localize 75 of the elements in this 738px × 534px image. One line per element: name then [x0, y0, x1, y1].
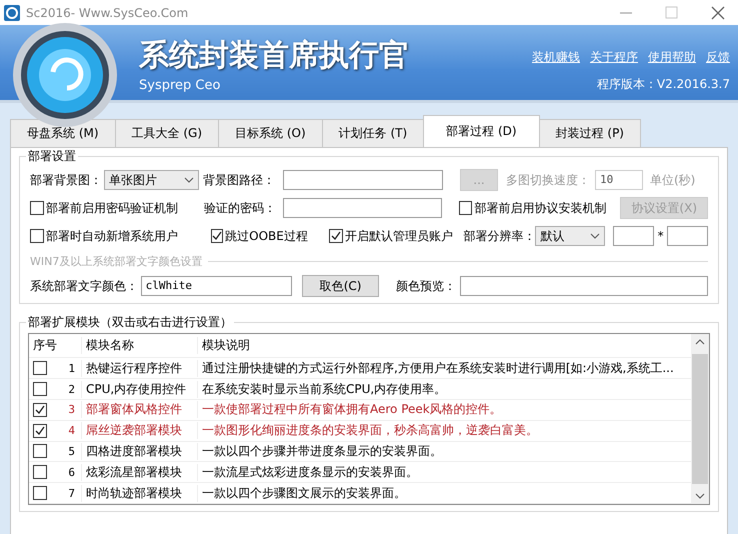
checkbox-label: 部署前启用密码验证机制 — [46, 200, 178, 216]
input-field[interactable]: clWhite — [140, 276, 292, 296]
row-number: 4 — [68, 424, 75, 438]
tab[interactable]: 计划任务 (T) — [322, 119, 424, 147]
module-name: 四格进度部署模块 — [81, 442, 197, 460]
group-title: 部署扩展模块（双击或右击进行设置） — [26, 314, 234, 331]
checkbox[interactable] — [33, 402, 47, 417]
input-field[interactable] — [460, 276, 708, 296]
field-label: 单位(秒) — [650, 172, 696, 188]
scroll-up-icon — [695, 338, 705, 346]
group-title: 部署设置 — [26, 148, 78, 165]
checkbox[interactable] — [30, 201, 44, 215]
row-number: 6 — [68, 466, 75, 479]
input-field[interactable] — [283, 170, 443, 190]
field-label: 系统部署文字颜色： — [30, 278, 139, 294]
module-name: 热键运行程序控件 — [81, 360, 197, 377]
checkbox-label: 开启默认管理员账户 — [345, 228, 454, 244]
field-label: * — [658, 229, 665, 243]
chevron-down-icon — [590, 233, 600, 239]
input-field[interactable] — [283, 198, 442, 218]
scroll-down-icon — [695, 492, 705, 500]
checkbox[interactable] — [459, 201, 472, 215]
field-label: 部署分辨率： — [463, 228, 536, 244]
app-icon — [4, 4, 20, 20]
app-subtitle: Sysprep Ceo — [139, 78, 222, 93]
checkbox-label: 跳过OOBE过程 — [225, 228, 308, 244]
checkbox[interactable] — [33, 424, 47, 438]
checkbox[interactable] — [30, 229, 44, 243]
row-number: 3 — [68, 403, 75, 416]
version-text: 程序版本：V2.2016.3.7 — [596, 76, 730, 93]
checkmark-icon — [212, 231, 222, 241]
dropdown[interactable]: 默认 — [535, 226, 605, 246]
field-label: 多图切换速度： — [506, 172, 590, 188]
dropdown-value: 默认 — [540, 228, 564, 244]
tab[interactable]: 部署过程 (D) — [423, 115, 540, 147]
checkmark-icon — [331, 231, 342, 241]
checkbox-label: 部署前启用协议安装机制 — [474, 200, 606, 216]
button[interactable]: 取色(C) — [302, 275, 379, 297]
row-number: 1 — [68, 362, 75, 375]
module-name: 炫彩流星部署模块 — [81, 464, 197, 481]
section-title: WIN7及以上系统部署文字颜色设置 — [30, 254, 202, 268]
row-number: 2 — [68, 382, 75, 396]
window-title: Sc2016- Www.SysCeo.Com — [26, 6, 190, 20]
field-label: 背景图路径： — [203, 172, 276, 188]
field-label: 颜色预览： — [396, 278, 457, 294]
module-name: 部署窗体风格控件 — [81, 401, 197, 418]
dropdown[interactable]: 单张图片 — [104, 170, 199, 190]
scrollbar[interactable] — [691, 334, 709, 504]
checkmark-icon — [35, 426, 45, 436]
row-number: 7 — [68, 486, 75, 500]
module-name: 时尚轨迹部署模块 — [81, 484, 197, 502]
app-title: 系统封装首席执行官 — [139, 37, 409, 75]
checkbox[interactable] — [33, 444, 47, 458]
tab[interactable]: 目标系统 (O) — [218, 119, 323, 147]
dropdown-value: 单张图片 — [109, 172, 157, 188]
row-number: 5 — [68, 444, 75, 458]
field-label: 验证的密码： — [204, 200, 277, 216]
checkbox[interactable] — [33, 486, 47, 500]
module-name: CPU,内存使用控件 — [81, 380, 197, 398]
checkbox[interactable] — [211, 229, 224, 243]
column-header[interactable]: 序号 — [29, 337, 81, 354]
checkbox[interactable] — [329, 229, 344, 243]
chevron-down-icon — [184, 177, 194, 183]
checkmark-icon — [35, 404, 45, 415]
field-label: 部署背景图： — [30, 172, 100, 188]
checkbox[interactable] — [33, 382, 47, 396]
input-field[interactable] — [667, 226, 708, 246]
checkbox[interactable] — [33, 465, 47, 480]
checkbox[interactable] — [33, 361, 47, 376]
input-field[interactable] — [612, 226, 654, 246]
tab[interactable]: 封装过程 (P) — [538, 119, 641, 147]
checkbox-label: 部署时自动新增系统用户 — [46, 228, 178, 244]
column-header[interactable]: 模块名称 — [81, 337, 197, 354]
module-name: 屌丝逆袭部署模块 — [81, 422, 197, 440]
tab[interactable]: 工具大全 (G) — [114, 119, 220, 147]
